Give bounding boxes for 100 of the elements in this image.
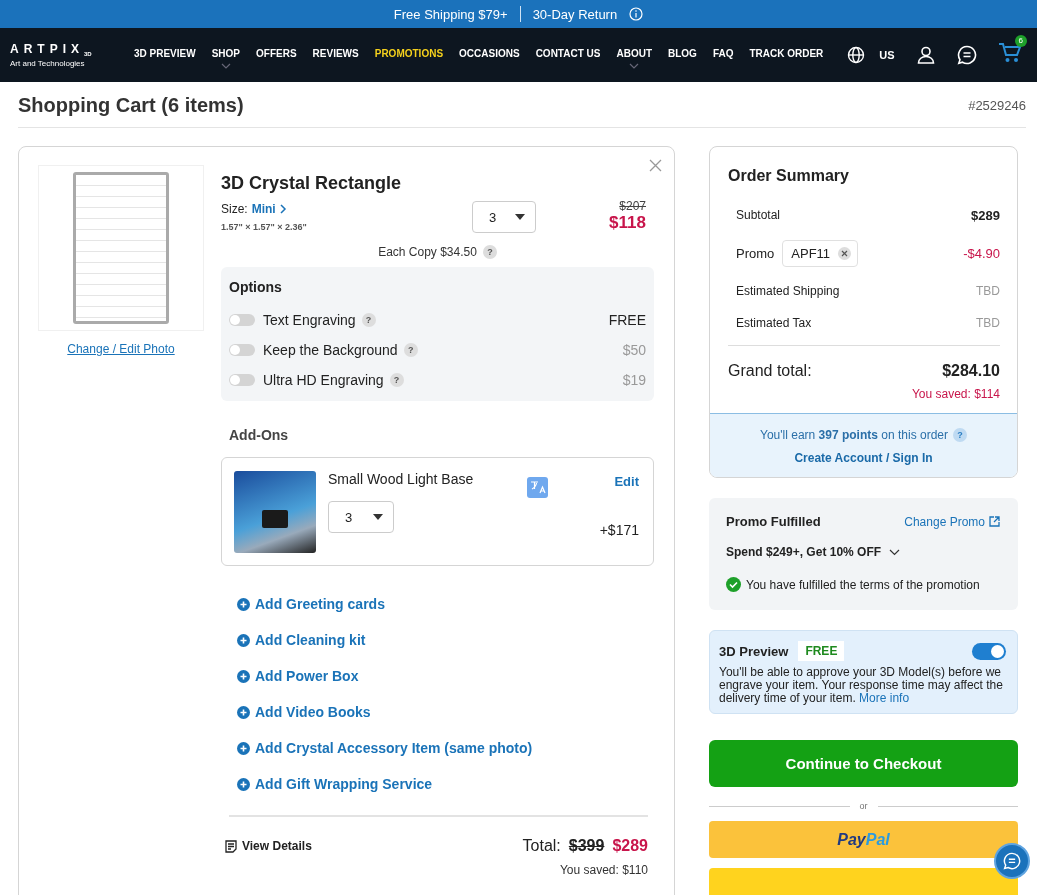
quantity-select[interactable]: 3	[328, 501, 394, 533]
caret-icon	[373, 514, 383, 520]
chat-button[interactable]	[994, 843, 1030, 879]
nav-link[interactable]: ABOUT	[608, 39, 660, 71]
summary-title: Order Summary	[728, 167, 850, 185]
add-link[interactable]: Add Cleaning kit	[237, 632, 654, 648]
paypal-button[interactable]: PayPal	[709, 821, 1018, 858]
shipping-text: Free Shipping $79+	[393, 6, 508, 22]
grand-total-label: Grand total:	[728, 362, 812, 380]
addon-price: +$171	[599, 522, 639, 538]
summary-value: $289	[971, 207, 1000, 223]
page-title: Shopping Cart (6 items)	[18, 94, 244, 117]
option-label: Keep the Background	[263, 342, 398, 358]
remove-icon[interactable]	[838, 246, 852, 260]
close-icon[interactable]	[649, 159, 662, 172]
cart-count-badge: 6	[1014, 35, 1027, 47]
add-link[interactable]: Add Crystal Accessory Item (same photo)	[237, 740, 654, 756]
help-icon[interactable]: ?	[482, 245, 497, 259]
caret-icon	[515, 214, 525, 220]
quantity-select[interactable]: 3	[472, 201, 536, 233]
user-icon[interactable]	[916, 46, 935, 64]
add-link[interactable]: Add Video Books	[237, 704, 654, 720]
option-label: Ultra HD Engraving	[263, 372, 384, 388]
sale-price: $118	[608, 213, 646, 233]
chevron-down-icon	[889, 548, 901, 556]
or-text: or	[859, 801, 868, 811]
promo-status-text: You have fulfilled the terms of the promotion	[746, 577, 980, 592]
original-total: $399	[568, 837, 605, 855]
points-text: You'll earn 397 points on this order	[760, 428, 948, 442]
help-icon[interactable]: ?	[389, 373, 404, 387]
promo-offer-dropdown[interactable]: Spend $249+, Get 10% OFF	[726, 545, 1000, 559]
nav-link[interactable]: REVIEWS	[304, 39, 367, 71]
help-icon[interactable]: ?	[361, 313, 376, 327]
external-link-icon	[989, 516, 1000, 527]
change-photo-link[interactable]: Change / Edit Photo	[67, 342, 175, 356]
savings-text: You saved: $110	[558, 863, 648, 877]
summary-value: TBD	[976, 316, 1000, 330]
cart-icon[interactable]	[998, 43, 1021, 63]
nav-link[interactable]: PROMOTIONS	[366, 39, 452, 71]
globe-icon[interactable]	[847, 46, 866, 64]
grand-total-value: $284.10	[942, 362, 1000, 380]
order-number: #2529246	[968, 98, 1026, 113]
checkout-button[interactable]: Continue to Checkout	[709, 740, 1018, 787]
add-link[interactable]: Add Power Box	[237, 668, 654, 684]
dimensions-text: 1.57" × 1.57" × 2.36"	[221, 222, 308, 232]
create-account-link[interactable]: Create Account / Sign In	[794, 451, 933, 465]
summary-label: Subtotal	[736, 208, 781, 222]
nav-link[interactable]: CONTACT US	[527, 39, 609, 71]
plus-circle-icon	[237, 597, 250, 611]
translate-icon[interactable]	[526, 477, 548, 498]
toggle-switch[interactable]	[229, 344, 255, 356]
returns-text: 30-Day Return	[532, 6, 618, 22]
caret-icon	[220, 63, 231, 69]
edit-link[interactable]: Edit	[614, 474, 639, 489]
option-label: Text Engraving	[263, 312, 356, 328]
toggle-switch[interactable]	[972, 642, 1006, 660]
change-promo-link[interactable]: Change Promo	[904, 514, 1000, 529]
help-icon[interactable]: ?	[403, 343, 418, 357]
chat-icon	[1003, 852, 1021, 870]
total-label: Total:	[522, 837, 561, 855]
plus-circle-icon	[237, 741, 250, 755]
region-text[interactable]: US	[879, 49, 895, 61]
each-copy-price: Each Copy $34.50	[378, 245, 477, 259]
promo-title: Promo Fulfilled	[726, 514, 821, 529]
product-name: 3D Crystal Rectangle	[221, 173, 403, 194]
plus-circle-icon	[237, 633, 250, 647]
document-icon	[225, 839, 237, 853]
size-link[interactable]: Mini	[251, 202, 276, 216]
free-badge: FREE	[798, 641, 845, 661]
nav-link[interactable]: OCCASIONS	[451, 39, 528, 71]
options-title: Options	[229, 279, 283, 295]
option-price: $19	[622, 372, 646, 388]
chevron-right-icon[interactable]	[279, 204, 287, 214]
original-price: $207	[618, 199, 646, 213]
add-link[interactable]: Add Greeting cards	[237, 596, 654, 612]
size-label: Size:	[221, 202, 248, 216]
preview-title: 3D Preview	[719, 643, 789, 659]
toggle-switch[interactable]	[229, 374, 255, 386]
toggle-switch[interactable]	[229, 314, 255, 326]
option-price: FREE	[608, 312, 646, 328]
info-icon[interactable]	[629, 7, 644, 21]
nav-link[interactable]: OFFERS	[248, 39, 305, 71]
more-info-link[interactable]: More info	[859, 691, 910, 705]
savings-text: You saved: $114	[910, 387, 1000, 401]
logo[interactable]: ARTPIX$_{3D}$ Art and Technologies	[10, 41, 120, 69]
add-link[interactable]: Add Gift Wrapping Service	[237, 776, 654, 792]
nav-link[interactable]: BLOG	[660, 39, 705, 71]
chat-icon[interactable]	[956, 45, 977, 65]
preview-description: You'll be able to approve your 3D Model(s) before we engrave your item. Your response time may affect the delivery time of your item. More info	[719, 666, 1004, 705]
plus-circle-icon	[237, 777, 250, 791]
nav-link[interactable]: TRACK ORDER	[741, 39, 832, 71]
nav-link[interactable]: 3D PREVIEW	[126, 39, 204, 71]
nav-link[interactable]: FAQ	[704, 39, 742, 71]
view-details-link[interactable]: View Details	[225, 839, 312, 853]
summary-label: Estimated Tax	[736, 316, 812, 330]
summary-value: -$4.90	[963, 245, 1000, 261]
plus-circle-icon	[237, 669, 250, 683]
caret-icon	[629, 63, 640, 69]
nav-link[interactable]: SHOP	[203, 39, 249, 71]
summary-label: Promo	[736, 245, 775, 261]
